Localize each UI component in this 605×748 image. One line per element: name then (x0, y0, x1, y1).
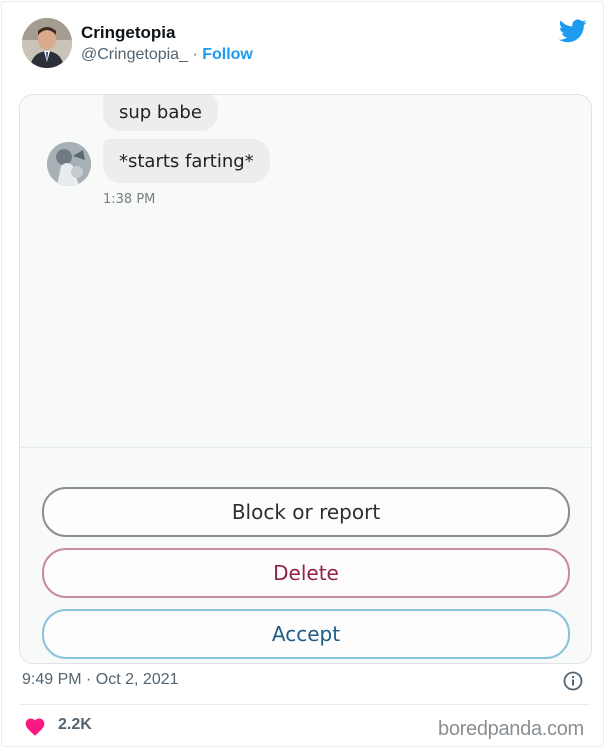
author-avatar[interactable] (22, 18, 72, 68)
divider (20, 447, 591, 448)
tweet-timestamp[interactable]: 9:49 PM · Oct 2, 2021 (22, 671, 179, 689)
embedded-dm-screenshot: sup babe *starts farting* 1:38 PM Block … (19, 94, 592, 664)
handle-separator: · (192, 46, 198, 63)
info-icon[interactable] (563, 671, 583, 691)
author-name[interactable]: Cringetopia (81, 23, 175, 43)
tweet-card: Cringetopia @Cringetopia_ · Follow sup b… (1, 1, 604, 747)
watermark: boredpanda.com (438, 718, 584, 740)
author-handle[interactable]: @Cringetopia_ (81, 46, 188, 63)
block-or-report-button[interactable]: Block or report (42, 487, 570, 537)
twitter-bird-icon[interactable] (559, 19, 587, 43)
delete-button[interactable]: Delete (42, 548, 570, 598)
divider (19, 704, 590, 705)
message-text: *starts farting* (119, 150, 254, 172)
message-bubble: *starts farting* (103, 139, 270, 183)
heart-icon[interactable] (24, 716, 46, 736)
follow-button[interactable]: Follow (202, 46, 253, 63)
message-timestamp: 1:38 PM (103, 192, 156, 207)
message-bubble: sup babe (103, 95, 218, 131)
author-handle-line: @Cringetopia_ · Follow (81, 46, 253, 64)
message-text: sup babe (119, 101, 202, 123)
accept-button[interactable]: Accept (42, 609, 570, 659)
like-count[interactable]: 2.2K (58, 716, 92, 734)
sender-avatar (47, 142, 91, 186)
